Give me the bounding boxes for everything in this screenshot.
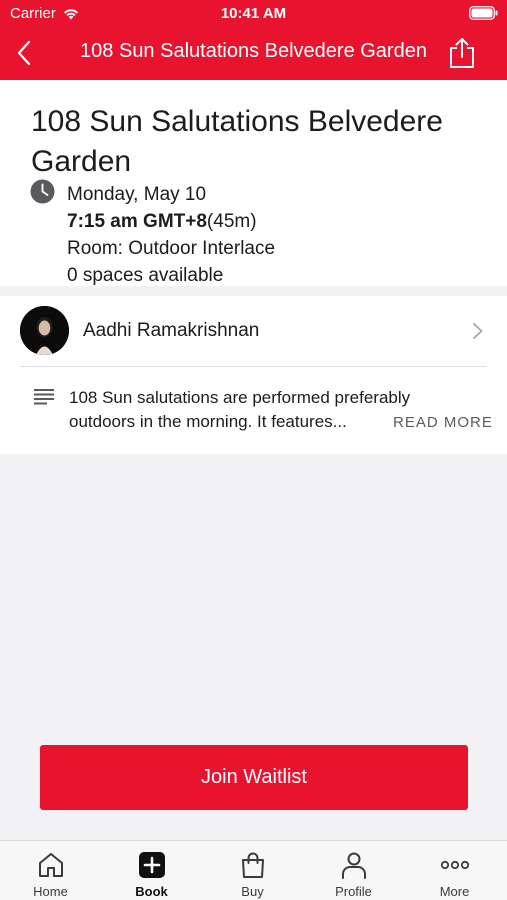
share-button[interactable]	[447, 36, 477, 70]
clock-icon	[30, 179, 55, 204]
tab-more[interactable]: More	[404, 841, 505, 900]
instructor-card: Aadhi Ramakrishnan 108 Sun salutations a…	[0, 296, 507, 454]
chevron-left-icon	[17, 40, 31, 66]
class-duration: (45m)	[206, 211, 257, 232]
tab-home[interactable]: Home	[0, 841, 101, 900]
avatar	[20, 306, 69, 355]
class-date: Monday, May 10	[67, 184, 207, 205]
tab-label: Profile	[335, 884, 372, 899]
navigation-bar: 108 Sun Salutations Belvedere Garden	[0, 28, 507, 80]
description-line-2: outdoors in the morning. It features...	[69, 412, 347, 431]
class-description: 108 Sun salutations are performed prefer…	[69, 386, 449, 434]
class-details: Monday, May 10 7:15 am GMT+8(45m) Room: …	[67, 181, 275, 289]
tab-book[interactable]: Book	[101, 841, 202, 900]
read-more-link[interactable]: READ MORE	[393, 414, 493, 431]
shopping-bag-icon	[238, 850, 268, 880]
more-dots-icon	[440, 850, 470, 880]
tab-label: Buy	[241, 884, 264, 899]
class-spaces: 0 spaces available	[67, 265, 224, 286]
tab-profile[interactable]: Profile	[303, 841, 404, 900]
tab-buy[interactable]: Buy	[202, 841, 303, 900]
instructor-row[interactable]: Aadhi Ramakrishnan	[0, 296, 507, 366]
class-room: Room: Outdoor Interlace	[67, 238, 276, 259]
person-icon	[339, 850, 369, 880]
app-header: Carrier 10:41 AM 108 Sun Salutations Bel…	[0, 0, 507, 80]
class-title: 108 Sun Salutations Belvedere Garden	[31, 105, 443, 178]
nav-title: 108 Sun Salutations Belvedere Garden	[80, 40, 427, 62]
tab-bar: Home Book Buy Profile More	[0, 840, 507, 900]
status-time: 10:41 AM	[220, 5, 287, 22]
class-info-card: 108 Sun Salutations Belvedere Garden Mon…	[0, 80, 507, 286]
join-waitlist-button[interactable]: Join Waitlist	[40, 745, 468, 810]
instructor-name: Aadhi Ramakrishnan	[83, 320, 260, 341]
description-icon	[34, 389, 54, 405]
status-bar: Carrier 10:41 AM	[0, 0, 507, 28]
divider	[20, 366, 487, 367]
tab-label: More	[439, 884, 470, 899]
share-icon	[450, 38, 474, 68]
class-time-row: 7:15 am GMT+8(45m)	[67, 208, 275, 235]
description-line-1: 108 Sun salutations are performed prefer…	[69, 388, 411, 407]
class-time: 7:15 am GMT+8	[67, 211, 207, 232]
back-button[interactable]	[10, 38, 38, 68]
battery-icon	[469, 6, 498, 20]
home-icon	[36, 850, 66, 880]
plus-square-icon	[137, 850, 167, 880]
avatar-photo	[20, 306, 69, 355]
tab-label: Home	[33, 884, 68, 899]
tab-label: Book	[135, 884, 168, 899]
chevron-right-icon	[473, 323, 483, 339]
